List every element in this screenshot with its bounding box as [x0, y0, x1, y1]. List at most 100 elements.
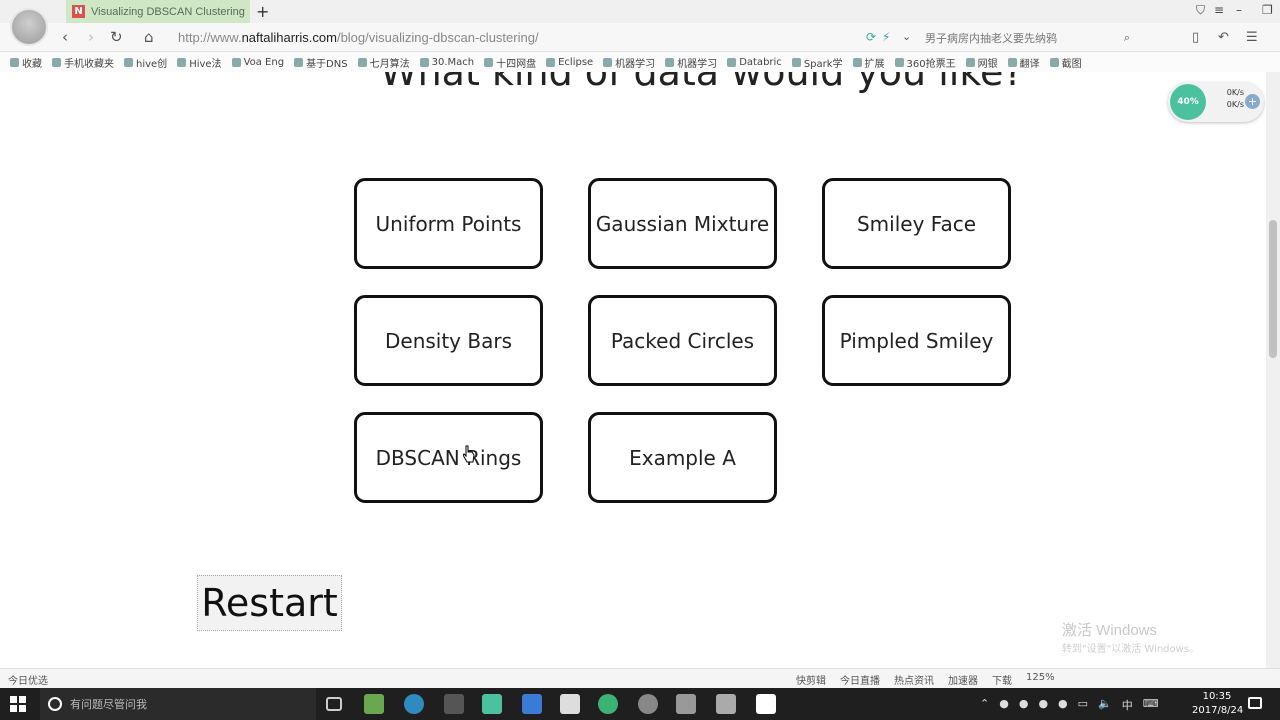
bookmark-item[interactable]: 机器学习	[665, 55, 717, 70]
windows-taskbar: 有问题尽管问我 ⌃ ● ● ● ● ▭ 🔈 中 ⌨ 10:35 2017/8/2…	[0, 688, 1280, 720]
tray-expand-icon[interactable]: ⌃	[980, 697, 989, 713]
restart-button[interactable]: Restart	[197, 575, 342, 631]
option-smiley-face-button[interactable]: Smiley Face	[822, 178, 1011, 269]
reload-icon[interactable]: ↻	[110, 28, 123, 46]
bookmark-item[interactable]: 基于DNS	[294, 55, 348, 70]
store-icon[interactable]	[444, 694, 464, 714]
url-host: naftaliharris.com	[241, 30, 337, 45]
taskbar-clock[interactable]: 10:35 2017/8/24	[1192, 690, 1244, 718]
status-right-items: 快剪辑 今日直播 热点资讯 加速器 下载 125%	[796, 672, 1055, 687]
bookmark-item[interactable]: Hive法	[177, 55, 221, 70]
bookmark-item[interactable]: hive创	[124, 55, 167, 70]
system-tray: ⌃ ● ● ● ● ▭ 🔈 中 ⌨	[980, 697, 1159, 713]
bookmark-item[interactable]: 360抢票王	[895, 55, 956, 70]
tray-app-icon[interactable]: ●	[1019, 697, 1029, 713]
taskbar-app-9-icon[interactable]	[676, 694, 696, 714]
bookmark-item[interactable]: 翻译	[1008, 55, 1040, 70]
url-path: /blog/visualizing-dbscan-clustering/	[336, 30, 539, 45]
activate-windows-subtitle: 转到"设置"以激活 Windows。	[1062, 644, 1200, 655]
browser-status-bar: 今日优选 快剪辑 今日直播 热点资讯 加速器 下载 125%	[0, 668, 1280, 688]
back-icon[interactable]: ‹	[62, 28, 68, 46]
bookmark-item[interactable]: 收藏	[10, 55, 42, 70]
page-scrollbar[interactable]	[1266, 72, 1280, 668]
search-icon[interactable]: ⌕	[1124, 31, 1130, 45]
task-view-icon[interactable]	[326, 697, 342, 711]
user-avatar[interactable]	[10, 8, 48, 46]
activate-windows-title: 激活 Windows	[1062, 622, 1158, 639]
browser-menu-icon[interactable]: ☰	[1246, 30, 1258, 45]
window-skin-icon[interactable]: ⛉	[1196, 3, 1205, 18]
option-density-bars-button[interactable]: Density Bars	[354, 295, 543, 386]
bookmark-item[interactable]: 手机收藏夹	[52, 55, 114, 70]
taskbar-app-4-icon[interactable]	[482, 694, 502, 714]
bookmark-item[interactable]: 七月算法	[358, 55, 410, 70]
option-pimpled-smiley-button[interactable]: Pimpled Smiley	[822, 295, 1011, 386]
bookmark-item[interactable]: Spark学	[792, 55, 843, 70]
upload-rate: 0K/s	[1226, 88, 1244, 97]
widget-plus-icon[interactable]: +	[1245, 94, 1260, 109]
option-example-a-button[interactable]: Example A	[588, 412, 777, 503]
forward-icon[interactable]: ›	[88, 28, 94, 46]
edge-icon[interactable]	[404, 694, 424, 714]
compat-mode-icon[interactable]: ⟳	[866, 30, 876, 44]
taskbar-app-11-icon[interactable]	[756, 694, 776, 714]
tray-app-icon[interactable]: ●	[1058, 697, 1068, 713]
minimize-button[interactable]: –	[1236, 3, 1242, 17]
bookmark-item[interactable]: Databric	[727, 57, 782, 68]
network-rates: 0K/s 0K/s	[1220, 87, 1244, 111]
network-icon[interactable]: ▭	[1078, 697, 1088, 713]
keyboard-icon[interactable]: ⌨	[1143, 697, 1159, 713]
volume-icon[interactable]: 🔈	[1098, 697, 1112, 713]
clock-time: 10:35	[1202, 691, 1232, 702]
url-scheme: http://www.	[178, 30, 242, 45]
bookmark-item[interactable]: 十四网盘	[484, 55, 536, 70]
menu-icon[interactable]: ≡	[1214, 3, 1224, 17]
option-dbscan-rings-button[interactable]: DBSCAN Rings	[354, 412, 543, 503]
restore-button[interactable]: ❐	[1262, 3, 1273, 17]
status-item-quick-edit[interactable]: 快剪辑	[796, 672, 826, 687]
taskbar-app-6-icon[interactable]	[560, 694, 580, 714]
status-item-live[interactable]: 今日直播	[840, 672, 880, 687]
option-packed-circles-button[interactable]: Packed Circles	[588, 295, 777, 386]
option-uniform-points-button[interactable]: Uniform Points	[354, 178, 543, 269]
page-content: What kind of data would you like? Unifor…	[0, 72, 1266, 668]
tray-app-icon[interactable]: ●	[999, 697, 1009, 713]
tab-active[interactable]: N Visualizing DBSCAN Clustering	[66, 0, 250, 23]
chevron-down-icon[interactable]: ⌄	[902, 30, 911, 43]
bookmark-item[interactable]: Voa Eng	[232, 57, 285, 68]
status-left-text[interactable]: 今日优选	[8, 672, 48, 687]
taskbar-app-10-icon[interactable]	[716, 694, 736, 714]
bookmark-item[interactable]: 30.Mach	[420, 57, 475, 68]
status-item-zoom[interactable]: 125%	[1026, 672, 1055, 687]
download-rate: 0K/s	[1226, 100, 1244, 109]
bookmark-item[interactable]: Eclipse	[546, 57, 593, 68]
scrollbar-thumb[interactable]	[1269, 220, 1277, 358]
360-browser-icon[interactable]	[598, 694, 618, 714]
network-speed-widget[interactable]: 40% 0K/s 0K/s +	[1168, 82, 1264, 122]
cortana-search-box[interactable]: 有问题尽管问我	[40, 688, 316, 720]
taskbar-app-5-icon[interactable]	[522, 694, 542, 714]
windows-start-icon[interactable]	[10, 696, 26, 712]
tray-app-icon[interactable]: ●	[1038, 697, 1048, 713]
status-item-download[interactable]: 下载	[992, 672, 1012, 687]
bookmark-item[interactable]: 截图	[1050, 55, 1082, 70]
new-tab-button[interactable]: +	[256, 2, 269, 21]
bookmark-item[interactable]: 扩展	[853, 55, 885, 70]
option-gaussian-mixture-button[interactable]: Gaussian Mixture	[588, 178, 777, 269]
url-input[interactable]: http://www. naftaliharris.com/blog/visual…	[178, 27, 918, 48]
bookmark-item[interactable]: 机器学习	[603, 55, 655, 70]
home-icon[interactable]: ⌂	[144, 28, 154, 46]
input-method-indicator[interactable]: 中	[1122, 697, 1133, 713]
reading-mode-icon[interactable]: ▯	[1192, 30, 1199, 45]
status-item-news[interactable]: 热点资讯	[894, 672, 934, 687]
taskbar-app-8-icon[interactable]	[638, 694, 658, 714]
taskbar-app-1-icon[interactable]	[364, 694, 384, 714]
clock-date: 2017/8/24	[1192, 705, 1244, 716]
undo-close-icon[interactable]: ↶	[1218, 30, 1229, 45]
speed-mode-icon[interactable]: ⚡	[882, 30, 890, 44]
search-input[interactable]: 男子病房内抽老义要先纳鸦 ⌕	[925, 27, 1130, 48]
cortana-icon	[48, 697, 62, 711]
bookmark-item[interactable]: 网银	[966, 55, 998, 70]
notification-center-icon[interactable]	[1248, 697, 1262, 709]
status-item-accelerator[interactable]: 加速器	[948, 672, 978, 687]
